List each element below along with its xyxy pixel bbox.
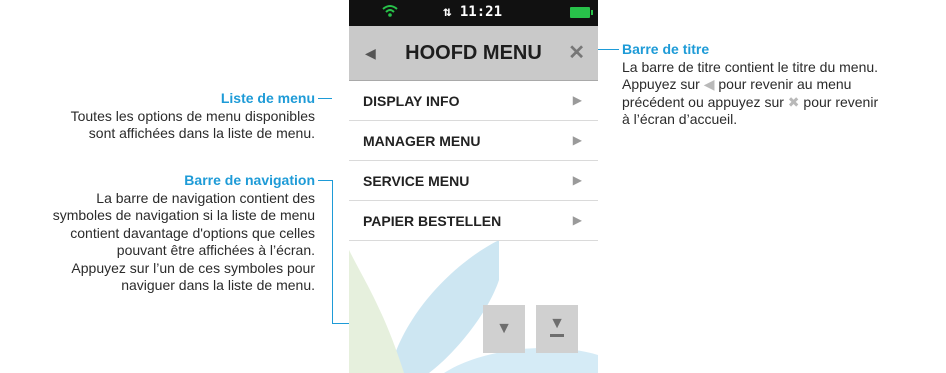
menu-title: HOOFD MENU <box>405 42 542 64</box>
wifi-icon <box>382 4 398 22</box>
status-bar: ⇅ 11:21 <box>349 0 598 26</box>
arrow-down-to-end-icon: ▼ <box>549 315 565 332</box>
title-bar-leader-line <box>598 49 619 50</box>
annotation-text: pour revenir <box>799 93 879 110</box>
chevron-right-icon: ▶ <box>572 213 582 227</box>
scroll-down-button[interactable]: ▼ <box>483 305 525 353</box>
menu-list-annotation: Liste de menu Toutes les options de menu… <box>71 90 315 143</box>
title-bar-annotation-line: à l’écran d’accueil. <box>622 111 738 127</box>
scroll-to-end-button[interactable]: ▼ <box>536 305 578 353</box>
close-icon[interactable]: ✕ <box>568 40 585 65</box>
chevron-right-icon: ▶ <box>572 133 582 147</box>
transfer-icon: ⇅ <box>443 4 452 20</box>
nav-bar-annotation: Barre de navigation La barre de navigati… <box>53 172 315 295</box>
arrow-down-icon: ▼ <box>496 320 512 337</box>
battery-icon <box>570 7 593 18</box>
title-bar-annotation-line: La barre de titre contient le titre du m… <box>622 58 879 75</box>
end-bar <box>550 334 564 337</box>
menu-item-label: MANAGER MENU <box>363 133 481 149</box>
nav-bar-annotation-title: Barre de navigation <box>184 172 315 188</box>
menu-item-label: SERVICE MENU <box>363 173 470 189</box>
nav-bar-annotation-line: Appuyez sur l’un de ces symboles pour <box>71 259 315 276</box>
menu-item-papier-bestellen[interactable]: PAPIER BESTELLEN ▶ <box>349 201 598 241</box>
title-bar-annotation-line: précédent ou appuyez sur ✖ pour revenir <box>622 94 942 112</box>
menu-list-annotation-line: Toutes les options de menu disponibles <box>70 107 315 124</box>
annotation-text: Appuyez sur <box>622 76 704 92</box>
title-bar-annotation: Barre de titre La barre de titre contien… <box>622 41 942 129</box>
close-icon: ✖ <box>787 93 800 110</box>
nav-bar-annotation-line: La barre de navigation contient des <box>96 189 315 206</box>
menu-item-label: PAPIER BESTELLEN <box>363 213 502 229</box>
chevron-right-icon: ▶ <box>572 93 582 107</box>
menu-list-leader-line <box>318 98 332 99</box>
nav-bar-leader-line <box>318 180 333 324</box>
nav-bar-annotation-line: symboles de navigation si la liste de me… <box>52 207 315 223</box>
chevron-right-icon: ▶ <box>572 173 582 187</box>
menu-list: DISPLAY INFO ▶ MANAGER MENU ▶ SERVICE ME… <box>349 81 598 241</box>
title-bar-annotation-title: Barre de titre <box>622 41 710 57</box>
nav-bar-annotation-line: pouvant être affichées à l’écran. <box>116 242 315 258</box>
status-time: 11:21 <box>459 4 503 20</box>
annotation-text: précédent ou appuyez sur <box>622 93 788 110</box>
title-bar-annotation-line: Appuyez sur ◀ pour revenir au menu <box>622 76 942 94</box>
menu-list-annotation-line: sont affichées dans la liste de menu. <box>88 125 315 141</box>
nav-bar-annotation-line: contient davantage d'options que celles <box>70 224 315 241</box>
back-arrow-icon: ◀ <box>703 76 715 92</box>
menu-item-label: DISPLAY INFO <box>363 93 460 109</box>
menu-item-display-info[interactable]: DISPLAY INFO ▶ <box>349 81 598 121</box>
menu-list-annotation-title: Liste de menu <box>220 90 315 106</box>
device-screen: ⇅ 11:21 ◀ HOOFD MENU ✕ DISPLAY INFO ▶ MA… <box>349 0 598 373</box>
title-bar: ◀ HOOFD MENU ✕ <box>349 26 598 81</box>
nav-bar-annotation-line: naviguer dans la liste de menu. <box>121 277 315 293</box>
menu-item-manager-menu[interactable]: MANAGER MENU ▶ <box>349 121 598 161</box>
menu-item-service-menu[interactable]: SERVICE MENU ▶ <box>349 161 598 201</box>
status-clock: ⇅ 11:21 <box>443 4 502 20</box>
annotation-text: pour revenir au menu <box>714 76 852 92</box>
